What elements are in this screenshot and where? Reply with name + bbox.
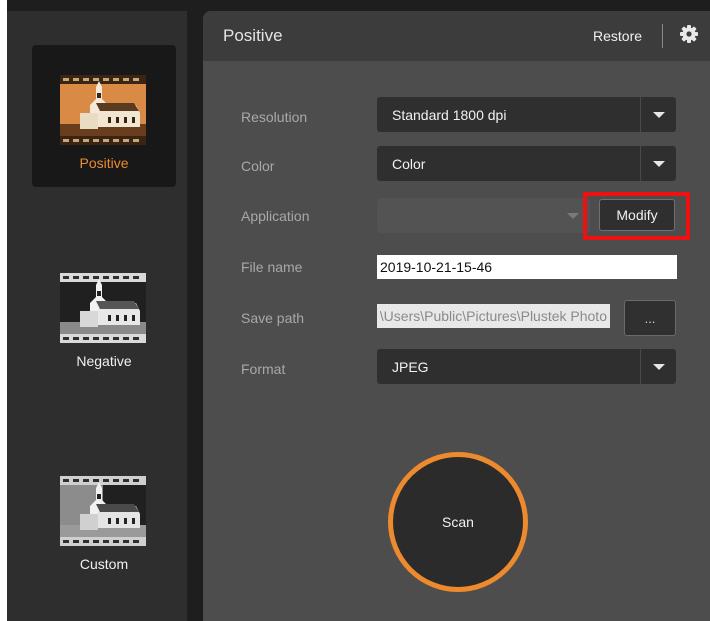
positive-film-icon [60, 75, 146, 145]
browse-button[interactable]: ... [624, 300, 676, 336]
save-path-input[interactable] [377, 304, 610, 328]
mode-label: Negative [76, 353, 132, 369]
mode-label: Positive [79, 155, 129, 171]
scan-button[interactable]: Scan [388, 452, 528, 592]
color-dropdown-arrow[interactable] [640, 146, 676, 181]
gear-icon[interactable] [679, 24, 699, 44]
header-divider [662, 24, 663, 48]
modify-button[interactable]: Modify [599, 199, 675, 231]
resolution-dropdown-arrow[interactable] [640, 97, 676, 132]
application-select[interactable] [377, 198, 590, 233]
format-select[interactable]: JPEG [377, 349, 676, 384]
format-dropdown-arrow[interactable] [640, 349, 676, 384]
mode-negative[interactable]: Negative [32, 243, 176, 385]
chevron-down-icon [653, 364, 665, 370]
restore-button[interactable]: Restore [593, 28, 642, 44]
file-name-label: File name [241, 259, 303, 275]
format-value: JPEG [392, 359, 429, 375]
application-label: Application [241, 208, 310, 224]
mode-label: Custom [79, 556, 129, 572]
panel-title: Positive [223, 26, 283, 45]
file-name-input[interactable] [377, 255, 677, 279]
format-label: Format [241, 361, 286, 377]
color-select[interactable]: Color [377, 146, 676, 181]
mode-custom[interactable]: Custom [32, 446, 176, 588]
chevron-down-icon [653, 161, 665, 167]
save-path-label: Save path [241, 310, 305, 326]
color-label: Color [241, 158, 275, 174]
panel-header: Positive Restore [203, 11, 710, 61]
chevron-down-icon [653, 112, 665, 118]
negative-film-icon [60, 273, 146, 343]
mode-sidebar: Positive Negative Custom [7, 11, 187, 621]
custom-film-icon [60, 476, 146, 546]
color-value: Color [392, 156, 426, 172]
settings-panel: Positive Restore Resolution Standard 180… [203, 11, 710, 621]
resolution-select[interactable]: Standard 1800 dpi [377, 97, 676, 132]
resolution-label: Resolution [241, 109, 308, 125]
resolution-value: Standard 1800 dpi [392, 107, 507, 123]
mode-positive[interactable]: Positive [32, 45, 176, 187]
chevron-down-icon [567, 213, 579, 219]
